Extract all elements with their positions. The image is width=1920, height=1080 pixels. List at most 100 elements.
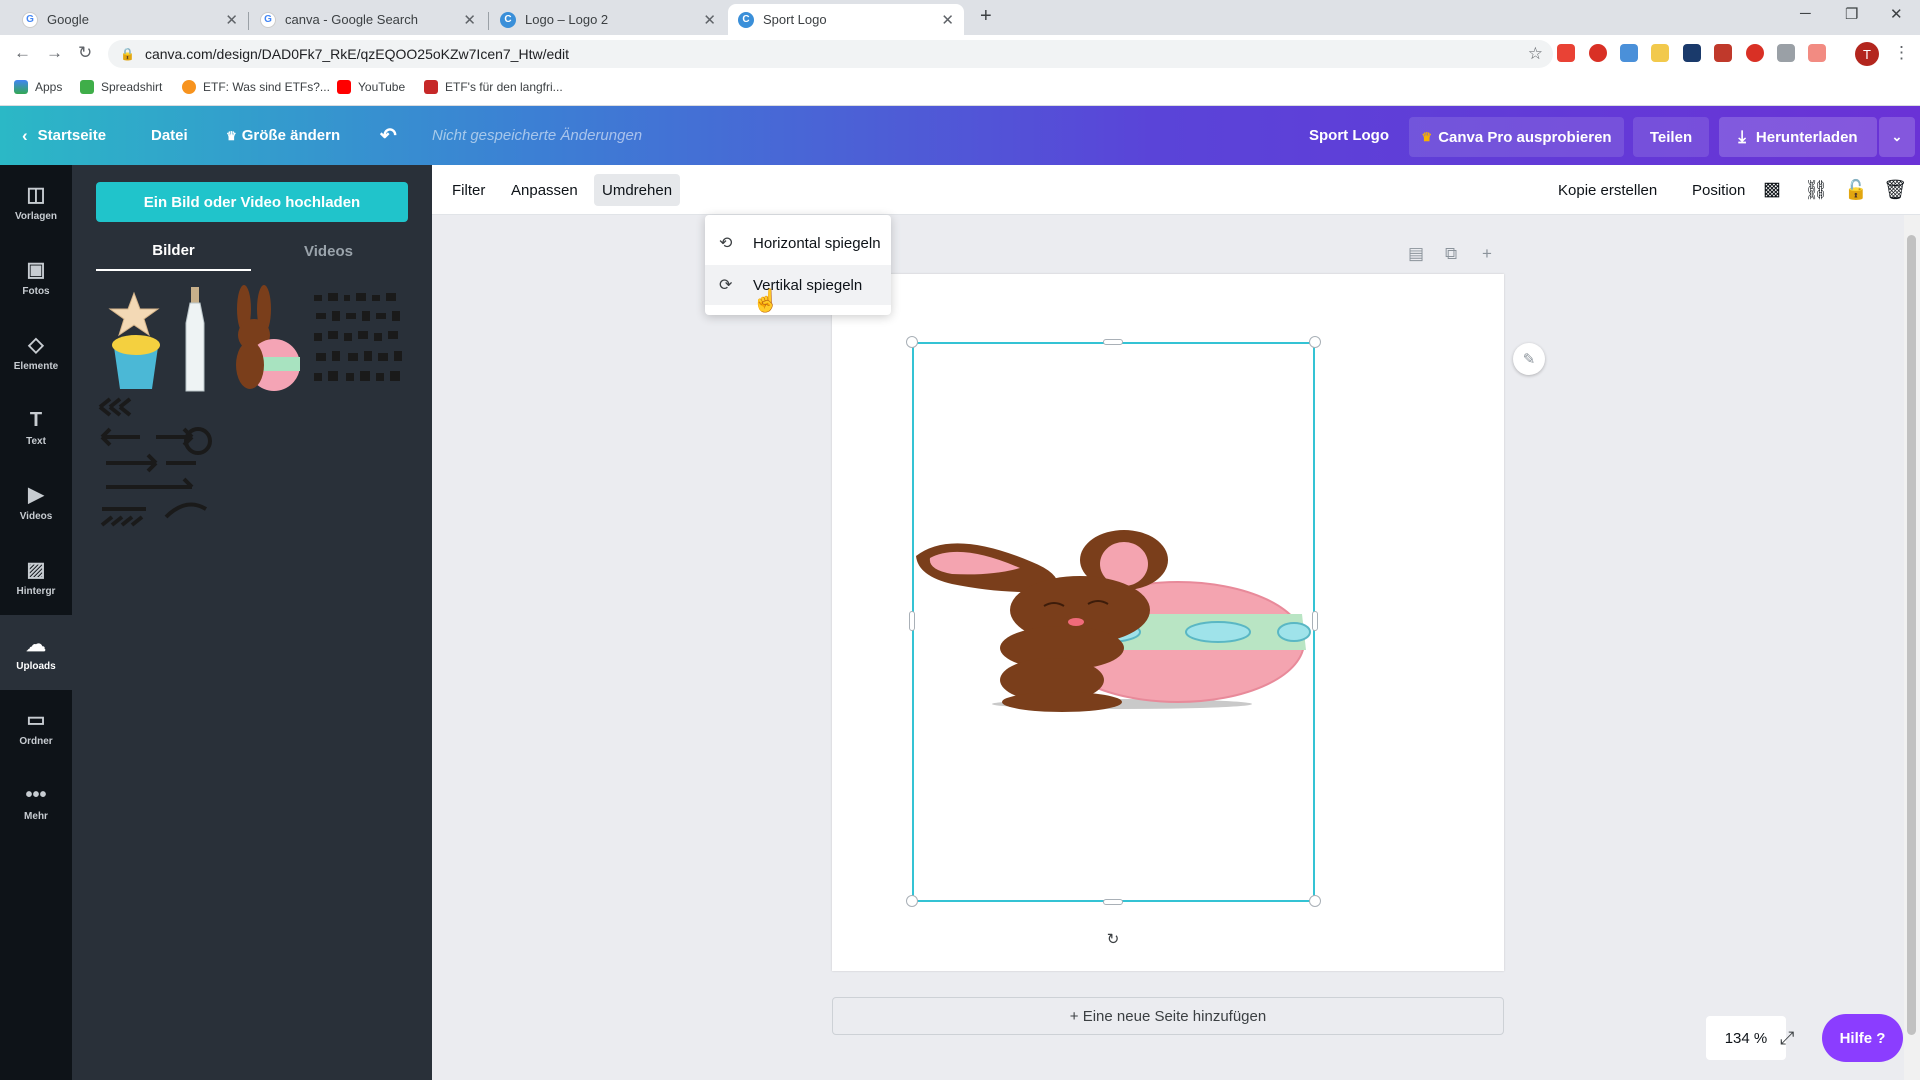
minimize-icon[interactable]: ─ — [1800, 5, 1811, 22]
resize-handle-bottom[interactable] — [1103, 899, 1123, 905]
extension-icon[interactable] — [1557, 44, 1575, 62]
page-notes-icon[interactable]: ▤ — [1408, 244, 1424, 264]
resize-handle-bottom-left[interactable] — [906, 895, 918, 907]
rail-label: Uploads — [16, 660, 56, 672]
resize-handle-top-right[interactable] — [1309, 336, 1321, 348]
undo-icon[interactable]: ↶ — [380, 106, 397, 165]
resize-handle-top[interactable] — [1103, 339, 1123, 345]
reload-icon[interactable]: ↻ — [78, 43, 92, 63]
resize-handle-right[interactable] — [1312, 611, 1318, 631]
profile-avatar[interactable]: T — [1855, 42, 1879, 66]
browser-tab-canva-search[interactable]: G canva - Google Search ✕ — [250, 4, 486, 35]
bookmark-label: Apps — [35, 80, 63, 94]
back-icon[interactable]: ← — [14, 43, 31, 63]
extension-icon[interactable] — [1777, 44, 1795, 62]
design-title[interactable]: Sport Logo — [1309, 106, 1389, 165]
browser-tab-logo2[interactable]: C Logo – Logo 2 ✕ — [490, 4, 726, 35]
zoom-level[interactable]: 134 % — [1706, 1016, 1786, 1060]
rail-item-videos[interactable]: ▶ Videos — [0, 465, 72, 540]
adblock-icon[interactable] — [1746, 44, 1764, 62]
flip-horizontal-item[interactable]: ⟲ Horizontal spiegeln — [705, 223, 891, 263]
flip-menu: ⟲ Horizontal spiegeln ⟳ Vertikal spiegeln — [705, 215, 891, 315]
upload-thumbnail-bottle[interactable] — [180, 283, 210, 395]
resize-handle-bottom-right[interactable] — [1309, 895, 1321, 907]
home-button[interactable]: ‹ Startseite — [22, 106, 106, 165]
bookmark-etf[interactable]: ETF: Was sind ETFs?... — [182, 80, 330, 94]
extension-icon[interactable] — [1714, 44, 1732, 62]
extension-icon[interactable] — [1683, 44, 1701, 62]
lock-icon[interactable]: 🔓 — [1844, 178, 1868, 202]
bookmark-spreadshirt[interactable]: Spreadshirt — [80, 80, 162, 94]
flip-vertical-item[interactable]: ⟳ Vertikal spiegeln — [705, 265, 891, 305]
upload-thumbnail-arrows[interactable] — [96, 397, 216, 532]
rail-item-text[interactable]: T Text — [0, 390, 72, 465]
bookmark-etf-langfristig[interactable]: ETF's für den langfri... — [424, 80, 563, 94]
rail-item-photos[interactable]: ▣ Fotos — [0, 240, 72, 315]
try-pro-button[interactable]: ♛ Canva Pro ausprobieren — [1409, 117, 1624, 157]
resize-handle-top-left[interactable] — [906, 336, 918, 348]
browser-tab-google[interactable]: G Google ✕ — [12, 4, 248, 35]
share-button[interactable]: Teilen — [1633, 117, 1709, 157]
flip-button[interactable]: Umdrehen — [594, 174, 681, 206]
close-icon[interactable]: ✕ — [941, 11, 954, 29]
bookmark-youtube[interactable]: YouTube — [337, 80, 405, 94]
uploads-panel: Ein Bild oder Video hochladen Bilder Vid… — [72, 165, 432, 1080]
upload-thumbnail-starfish-bucket[interactable] — [96, 285, 176, 393]
extension-icon[interactable] — [1651, 44, 1669, 62]
forward-icon[interactable]: → — [46, 43, 63, 63]
file-menu-button[interactable]: Datei — [151, 106, 188, 165]
url-text: canva.com/design/DAD0Fk7_RkE/qzEQOO25oKZ… — [144, 46, 570, 62]
hand-cursor-icon: ☝ — [752, 288, 780, 313]
duplicate-page-icon[interactable]: ⧉ — [1445, 244, 1457, 264]
add-comment-icon[interactable]: ✎ — [1513, 343, 1545, 375]
extension-icon[interactable] — [1620, 44, 1638, 62]
upload-media-button[interactable]: Ein Bild oder Video hochladen — [96, 182, 408, 222]
rail-item-uploads[interactable]: ☁ Uploads — [0, 615, 72, 690]
add-page-icon[interactable]: + — [1482, 244, 1492, 264]
download-options-chevron-icon[interactable]: ⌄ — [1879, 117, 1915, 157]
bookmark-apps[interactable]: Apps — [14, 80, 62, 94]
rail-item-more[interactable]: ••• Mehr — [0, 765, 72, 840]
duplicate-button[interactable]: Kopie erstellen — [1550, 174, 1665, 206]
tab-title: Logo – Logo 2 — [525, 12, 609, 27]
close-icon[interactable]: ✕ — [703, 11, 716, 29]
upload-thumbnail-silhouettes[interactable] — [308, 285, 408, 393]
extension-icon[interactable] — [1589, 44, 1607, 62]
rail-item-templates[interactable]: ◫ Vorlagen — [0, 165, 72, 240]
chevron-left-icon: ‹ — [22, 125, 28, 145]
star-icon[interactable]: ☆ — [1528, 44, 1543, 64]
address-bar-row: ← → ↻ 🔒 canva.com/design/DAD0Fk7_RkE/qzE… — [0, 35, 1920, 73]
resize-button[interactable]: ♛ Größe ändern — [226, 106, 340, 165]
close-icon[interactable]: ✕ — [463, 11, 476, 29]
tab-videos[interactable]: Videos — [251, 231, 406, 271]
rail-item-folder[interactable]: ▭ Ordner — [0, 690, 72, 765]
rail-item-elements[interactable]: ◇ Elemente — [0, 315, 72, 390]
url-field[interactable]: 🔒 canva.com/design/DAD0Fk7_RkE/qzEQOO25o… — [108, 40, 1553, 68]
trash-icon[interactable]: 🗑 — [1883, 178, 1907, 202]
close-icon[interactable]: ✕ — [225, 11, 238, 29]
new-tab-icon[interactable]: + — [980, 5, 992, 28]
download-button[interactable]: ⤓ Herunterladen — [1719, 117, 1877, 157]
upload-thumbnail-bunny[interactable] — [222, 281, 302, 395]
help-button[interactable]: Hilfe ? — [1822, 1014, 1903, 1062]
rail-label: Text — [26, 435, 46, 447]
rotate-icon[interactable]: ↻ — [1102, 929, 1124, 951]
add-new-page-button[interactable]: + Eine neue Seite hinzufügen — [832, 997, 1504, 1035]
browser-menu-icon[interactable]: ⋮ — [1893, 43, 1910, 63]
rail-item-background[interactable]: ▨ Hintergr — [0, 540, 72, 615]
adjust-button[interactable]: Anpassen — [503, 174, 586, 206]
fullscreen-icon[interactable]: ⤢ — [1780, 1028, 1794, 1049]
resize-handle-left[interactable] — [909, 611, 915, 631]
filter-button[interactable]: Filter — [444, 174, 493, 206]
restore-icon[interactable]: ❐ — [1845, 5, 1858, 23]
tab-images[interactable]: Bilder — [96, 231, 251, 271]
transparency-icon[interactable]: ▩ — [1763, 178, 1781, 201]
window-close-icon[interactable]: ✕ — [1890, 5, 1903, 23]
link-icon[interactable]: ⛓ — [1804, 178, 1828, 202]
tab-title: canva - Google Search — [285, 12, 418, 27]
browser-tab-sport-logo[interactable]: C Sport Logo ✕ — [728, 4, 964, 35]
bookmarks-bar: Apps Spreadshirt ETF: Was sind ETFs?... … — [0, 73, 1920, 106]
extension-icon[interactable] — [1808, 44, 1826, 62]
position-button[interactable]: Position — [1684, 174, 1753, 206]
scrollbar-thumb[interactable] — [1907, 235, 1916, 1035]
